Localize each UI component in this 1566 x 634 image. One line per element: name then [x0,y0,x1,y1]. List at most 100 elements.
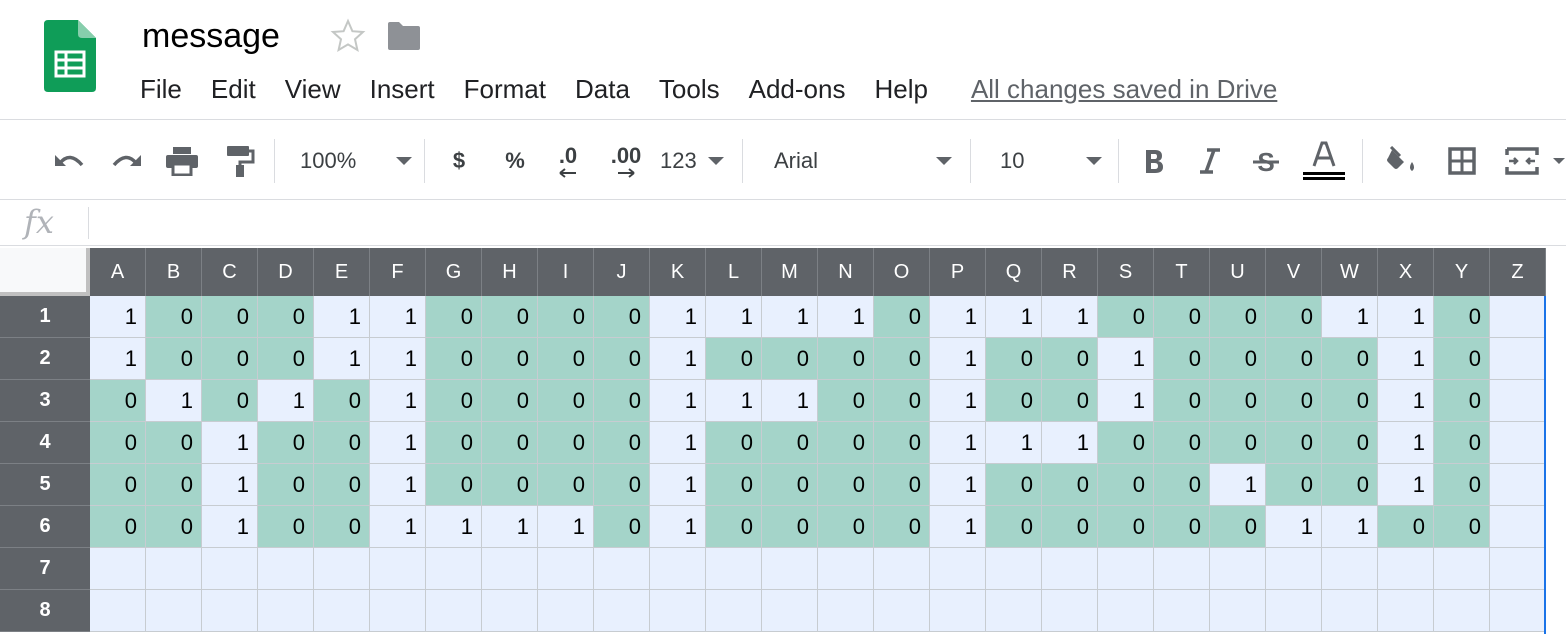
cell-B3[interactable]: 1 [146,380,202,422]
cell-P5[interactable]: 1 [930,464,986,506]
cell-E6[interactable]: 0 [314,506,370,548]
row-header[interactable]: 3 [0,380,90,422]
cell-G3[interactable]: 0 [426,380,482,422]
cell-X7[interactable] [1378,548,1434,590]
cell-E4[interactable]: 0 [314,422,370,464]
cell-M1[interactable]: 1 [762,296,818,338]
column-header[interactable]: K [650,248,706,296]
column-header[interactable]: Y [1434,248,1490,296]
cell-X5[interactable]: 1 [1378,464,1434,506]
cell-N4[interactable]: 0 [818,422,874,464]
cell-K3[interactable]: 1 [650,380,706,422]
fill-color-icon[interactable] [1384,137,1420,185]
cell-J3[interactable]: 0 [594,380,650,422]
cell-Z3[interactable] [1490,380,1546,422]
cell-W7[interactable] [1322,548,1378,590]
cell-V2[interactable]: 0 [1266,338,1322,380]
cell-C8[interactable] [202,590,258,632]
cell-E5[interactable]: 0 [314,464,370,506]
borders-icon[interactable] [1444,137,1480,185]
cell-V8[interactable] [1266,590,1322,632]
column-header[interactable]: M [762,248,818,296]
menu-data[interactable]: Data [575,72,630,106]
cell-Z7[interactable] [1490,548,1546,590]
cell-N5[interactable]: 0 [818,464,874,506]
cell-R3[interactable]: 0 [1042,380,1098,422]
cell-Z8[interactable] [1490,590,1546,632]
cell-G1[interactable]: 0 [426,296,482,338]
cell-P4[interactable]: 1 [930,422,986,464]
column-header[interactable]: H [482,248,538,296]
cell-P8[interactable] [930,590,986,632]
cell-O7[interactable] [874,548,930,590]
cell-A1[interactable]: 1 [90,296,146,338]
cell-R8[interactable] [1042,590,1098,632]
column-header[interactable]: X [1378,248,1434,296]
row-header[interactable]: 1 [0,296,90,338]
cell-C6[interactable]: 1 [202,506,258,548]
cell-I2[interactable]: 0 [538,338,594,380]
cell-U4[interactable]: 0 [1210,422,1266,464]
column-header[interactable]: N [818,248,874,296]
cell-T5[interactable]: 0 [1154,464,1210,506]
cell-H1[interactable]: 0 [482,296,538,338]
cell-O6[interactable]: 0 [874,506,930,548]
cell-W3[interactable]: 0 [1322,380,1378,422]
formula-input[interactable] [100,207,1540,239]
cell-W1[interactable]: 1 [1322,296,1378,338]
cell-L8[interactable] [706,590,762,632]
cell-M3[interactable]: 1 [762,380,818,422]
column-header[interactable]: W [1322,248,1378,296]
cell-D8[interactable] [258,590,314,632]
cell-G6[interactable]: 1 [426,506,482,548]
cell-V4[interactable]: 0 [1266,422,1322,464]
cell-S2[interactable]: 1 [1098,338,1154,380]
cell-Y1[interactable]: 0 [1434,296,1490,338]
cell-Q2[interactable]: 0 [986,338,1042,380]
cell-X8[interactable] [1378,590,1434,632]
cell-H6[interactable]: 1 [482,506,538,548]
cell-Q5[interactable]: 0 [986,464,1042,506]
cell-R7[interactable] [1042,548,1098,590]
column-header[interactable]: R [1042,248,1098,296]
cell-P2[interactable]: 1 [930,338,986,380]
cell-Q4[interactable]: 1 [986,422,1042,464]
column-header[interactable]: Q [986,248,1042,296]
cell-B5[interactable]: 0 [146,464,202,506]
cell-L4[interactable]: 0 [706,422,762,464]
cell-S7[interactable] [1098,548,1154,590]
cell-S4[interactable]: 0 [1098,422,1154,464]
row-header[interactable]: 2 [0,338,90,380]
cell-T4[interactable]: 0 [1154,422,1210,464]
cell-U8[interactable] [1210,590,1266,632]
cell-A8[interactable] [90,590,146,632]
cell-V1[interactable]: 0 [1266,296,1322,338]
print-icon[interactable] [162,137,202,185]
cell-F6[interactable]: 1 [370,506,426,548]
cell-L6[interactable]: 0 [706,506,762,548]
cell-N6[interactable]: 0 [818,506,874,548]
cell-A3[interactable]: 0 [90,380,146,422]
cell-F7[interactable] [370,548,426,590]
menu-help[interactable]: Help [874,72,927,106]
cell-S1[interactable]: 0 [1098,296,1154,338]
column-header[interactable]: U [1210,248,1266,296]
cell-E8[interactable] [314,590,370,632]
cell-B4[interactable]: 0 [146,422,202,464]
cell-R2[interactable]: 0 [1042,338,1098,380]
cell-Y3[interactable]: 0 [1434,380,1490,422]
cell-Q6[interactable]: 0 [986,506,1042,548]
cell-H5[interactable]: 0 [482,464,538,506]
cell-Y4[interactable]: 0 [1434,422,1490,464]
cell-U7[interactable] [1210,548,1266,590]
zoom-select[interactable]: 100% [300,137,412,185]
cell-J6[interactable]: 0 [594,506,650,548]
cell-W2[interactable]: 0 [1322,338,1378,380]
cell-W5[interactable]: 0 [1322,464,1378,506]
cell-J5[interactable]: 0 [594,464,650,506]
cell-I4[interactable]: 0 [538,422,594,464]
cell-K1[interactable]: 1 [650,296,706,338]
cell-D7[interactable] [258,548,314,590]
menu-addons[interactable]: Add-ons [749,72,846,106]
cell-Y7[interactable] [1434,548,1490,590]
